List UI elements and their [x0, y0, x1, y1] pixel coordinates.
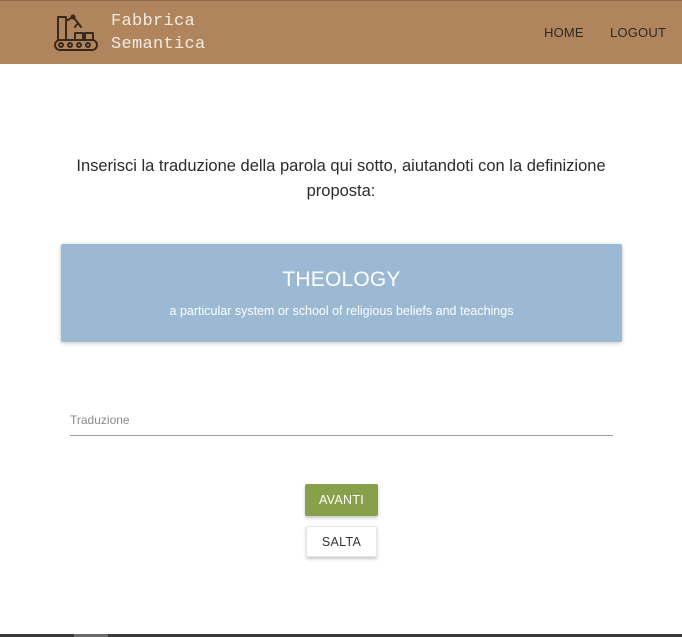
- word-title: THEOLOGY: [282, 268, 401, 291]
- brand-line-1: Fabbrica: [111, 12, 196, 31]
- brand-line-2: Semantica: [111, 35, 206, 54]
- next-button[interactable]: AVANTI: [305, 484, 378, 516]
- translation-field: [70, 405, 613, 437]
- factory-robot-arm-icon[interactable]: [53, 13, 99, 53]
- word-card: THEOLOGY a particular system or school o…: [61, 244, 622, 342]
- nav-link-home[interactable]: HOME: [544, 25, 584, 40]
- word-definition: a particular system or school of religio…: [169, 304, 514, 318]
- brand-name[interactable]: Fabbrica Semantica: [111, 10, 206, 56]
- instruction-text: Inserisci la traduzione della parola qui…: [76, 157, 606, 200]
- top-navbar: Fabbrica Semantica HOME LOGOUT: [0, 0, 682, 64]
- nav-link-logout[interactable]: LOGOUT: [610, 25, 666, 40]
- translation-input[interactable]: [70, 405, 613, 436]
- skip-button[interactable]: SALTA: [306, 526, 377, 557]
